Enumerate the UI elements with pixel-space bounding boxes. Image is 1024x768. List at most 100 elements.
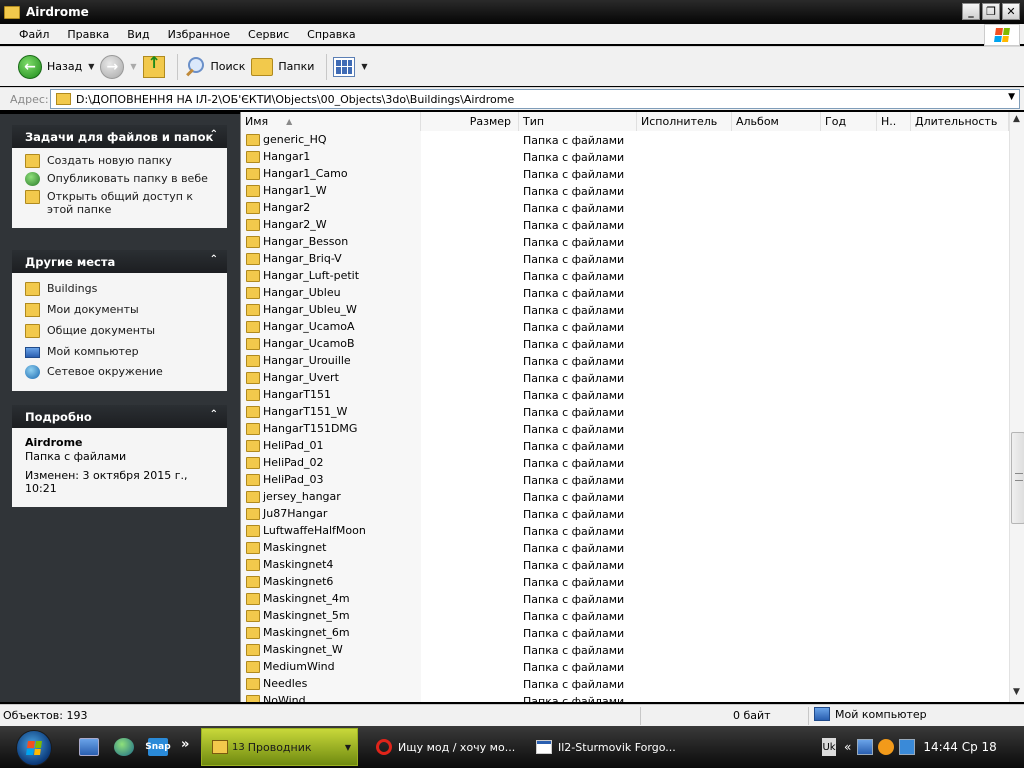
taskbar-explorer-group[interactable]: 13 Проводник ▼ bbox=[201, 728, 358, 766]
table-row[interactable]: generic_HQ Папка с файлами bbox=[241, 132, 1009, 149]
other-places-header[interactable]: Другие места ⌃ bbox=[12, 250, 227, 273]
back-button[interactable]: ← Назад ▼ bbox=[18, 51, 94, 83]
table-row[interactable]: Maskingnet6 Папка с файлами bbox=[241, 574, 1009, 591]
table-row[interactable]: Maskingnet_4m Папка с файлами bbox=[241, 591, 1009, 608]
place-my-computer[interactable]: Мой компьютер bbox=[25, 345, 219, 358]
scroll-thumb[interactable] bbox=[1011, 432, 1024, 524]
views-button[interactable]: ▼ bbox=[333, 51, 368, 83]
details-header[interactable]: Подробно ⌃ bbox=[12, 405, 227, 428]
forward-dropdown-icon[interactable]: ▼ bbox=[130, 62, 136, 71]
table-row[interactable]: Hangar_UcamoB Папка с файлами bbox=[241, 336, 1009, 353]
file-tasks-header[interactable]: Задачи для файлов и папок ⌃ bbox=[12, 125, 227, 148]
column-artist[interactable]: Исполнитель bbox=[637, 112, 732, 131]
snap-quicklaunch-icon[interactable]: Snap bbox=[145, 738, 171, 756]
table-row[interactable]: MediumWind Папка с файлами bbox=[241, 659, 1009, 676]
other-places-title: Другие места bbox=[25, 254, 116, 269]
title-bar[interactable]: Airdrome _ ❐ ✕ bbox=[0, 0, 1024, 24]
menu-edit[interactable]: Правка bbox=[58, 28, 118, 41]
place-my-documents[interactable]: Мои документы bbox=[25, 303, 219, 317]
back-label: Назад bbox=[47, 60, 83, 73]
place-network[interactable]: Сетевое окружение bbox=[25, 365, 219, 379]
table-row[interactable]: Hangar2_W Папка с файлами bbox=[241, 217, 1009, 234]
place-shared-documents[interactable]: Общие документы bbox=[25, 324, 219, 338]
table-row[interactable]: NoWind Папка с файлами bbox=[241, 693, 1009, 702]
network-tray-icon[interactable] bbox=[857, 739, 874, 755]
table-row[interactable]: Maskingnet4 Папка с файлами bbox=[241, 557, 1009, 574]
file-name-cell: Hangar_Uvert bbox=[246, 371, 339, 384]
minimize-button[interactable]: _ bbox=[962, 3, 980, 20]
column-name[interactable]: Имя ▲ bbox=[241, 112, 421, 131]
file-type: Папка с файлами bbox=[523, 627, 625, 640]
search-button[interactable]: Поиск bbox=[184, 51, 245, 83]
table-row[interactable]: Hangar2 Папка с файлами bbox=[241, 200, 1009, 217]
table-row[interactable]: jersey_hangar Папка с файлами bbox=[241, 489, 1009, 506]
column-track[interactable]: Н.. bbox=[877, 112, 911, 131]
table-row[interactable]: HeliPad_02 Папка с файлами bbox=[241, 455, 1009, 472]
close-button[interactable]: ✕ bbox=[1002, 3, 1020, 20]
table-row[interactable]: Hangar_Ubleu Папка с файлами bbox=[241, 285, 1009, 302]
table-row[interactable]: Hangar1 Папка с файлами bbox=[241, 149, 1009, 166]
table-row[interactable]: Hangar_UcamoA Папка с файлами bbox=[241, 319, 1009, 336]
place-buildings[interactable]: Buildings bbox=[25, 282, 219, 296]
address-dropdown-icon[interactable]: ▼ bbox=[1008, 92, 1015, 102]
table-row[interactable]: Ju87Hangar Папка с файлами bbox=[241, 506, 1009, 523]
menu-view[interactable]: Вид bbox=[118, 28, 158, 41]
taskbar-opera[interactable]: Ищу мод / хочу мо... bbox=[366, 728, 516, 766]
table-row[interactable]: Maskingnet Папка с файлами bbox=[241, 540, 1009, 557]
vertical-scrollbar[interactable]: ▲ ▼ bbox=[1009, 112, 1024, 702]
table-row[interactable]: Hangar1_W Папка с файлами bbox=[241, 183, 1009, 200]
table-row[interactable]: Hangar_Luft-petit Папка с файлами bbox=[241, 268, 1009, 285]
menu-file[interactable]: Файл bbox=[0, 28, 58, 41]
views-dropdown-icon[interactable]: ▼ bbox=[361, 62, 367, 71]
address-field[interactable]: D:\ДОПОВНЕННЯ НА ІЛ-2\ОБ'ЄКТИ\Objects\00… bbox=[50, 89, 1020, 109]
show-desktop-icon[interactable] bbox=[79, 738, 99, 756]
collapse-chevron-icon[interactable]: ⌃ bbox=[210, 254, 218, 265]
table-row[interactable]: Hangar_Ubleu_W Папка с файлами bbox=[241, 302, 1009, 319]
table-row[interactable]: LuftwaffeHalfMoon Папка с файлами bbox=[241, 523, 1009, 540]
folders-button[interactable]: Папки bbox=[251, 51, 314, 83]
taskbar-game[interactable]: Il2-Sturmovik Forgo... bbox=[526, 728, 676, 766]
column-duration[interactable]: Длительность bbox=[911, 112, 1009, 131]
table-row[interactable]: Hangar_Uvert Папка с файлами bbox=[241, 370, 1009, 387]
task-share-folder[interactable]: Открыть общий доступ к этой папке bbox=[25, 190, 219, 216]
clock[interactable]: 14:44 Ср 18 bbox=[923, 740, 996, 754]
table-row[interactable]: Maskingnet_W Папка с файлами bbox=[241, 642, 1009, 659]
task-publish-web[interactable]: Опубликовать папку в вебе bbox=[25, 172, 219, 186]
table-row[interactable]: HeliPad_01 Папка с файлами bbox=[241, 438, 1009, 455]
menu-help[interactable]: Справка bbox=[298, 28, 364, 41]
table-row[interactable]: Maskingnet_6m Папка с файлами bbox=[241, 625, 1009, 642]
table-row[interactable]: HangarT151_W Папка с файлами bbox=[241, 404, 1009, 421]
column-size[interactable]: Размер bbox=[421, 112, 519, 131]
menu-favorites[interactable]: Избранное bbox=[159, 28, 239, 41]
language-indicator[interactable]: Uk bbox=[822, 738, 836, 756]
task-new-folder[interactable]: Создать новую папку bbox=[25, 154, 219, 168]
menu-tools[interactable]: Сервис bbox=[239, 28, 298, 41]
up-folder-button[interactable] bbox=[142, 51, 165, 83]
table-row[interactable]: HangarT151DMG Папка с файлами bbox=[241, 421, 1009, 438]
table-row[interactable]: Hangar_Besson Папка с файлами bbox=[241, 234, 1009, 251]
table-row[interactable]: HeliPad_03 Папка с файлами bbox=[241, 472, 1009, 489]
table-row[interactable]: Hangar_Briq-V Папка с файлами bbox=[241, 251, 1009, 268]
browser-quicklaunch-icon[interactable] bbox=[114, 738, 134, 756]
antivirus-tray-icon[interactable] bbox=[878, 739, 895, 755]
scroll-down-icon[interactable]: ▼ bbox=[1013, 687, 1020, 697]
maximize-button[interactable]: ❐ bbox=[982, 3, 1000, 20]
back-dropdown-icon[interactable]: ▼ bbox=[88, 62, 94, 71]
collapse-chevron-icon[interactable]: ⌃ bbox=[210, 409, 218, 420]
start-button[interactable] bbox=[16, 730, 52, 766]
column-album[interactable]: Альбом bbox=[732, 112, 821, 131]
column-type[interactable]: Тип bbox=[519, 112, 637, 131]
table-row[interactable]: Hangar1_Camo Папка с файлами bbox=[241, 166, 1009, 183]
table-row[interactable]: Needles Папка с файлами bbox=[241, 676, 1009, 693]
table-row[interactable]: HangarT151 Папка с файлами bbox=[241, 387, 1009, 404]
column-year[interactable]: Год bbox=[821, 112, 877, 131]
tray-expand-icon[interactable]: « bbox=[844, 740, 851, 754]
table-row[interactable]: Maskingnet_5m Папка с файлами bbox=[241, 608, 1009, 625]
address-path[interactable]: D:\ДОПОВНЕННЯ НА ІЛ-2\ОБ'ЄКТИ\Objects\00… bbox=[76, 93, 514, 106]
scroll-up-icon[interactable]: ▲ bbox=[1013, 114, 1020, 124]
forward-button[interactable]: → ▼ bbox=[100, 51, 137, 83]
safely-remove-tray-icon[interactable] bbox=[899, 739, 916, 755]
quicklaunch-more-icon[interactable]: » bbox=[181, 737, 189, 752]
collapse-chevron-icon[interactable]: ⌃ bbox=[210, 129, 218, 140]
table-row[interactable]: Hangar_Urouille Папка с файлами bbox=[241, 353, 1009, 370]
